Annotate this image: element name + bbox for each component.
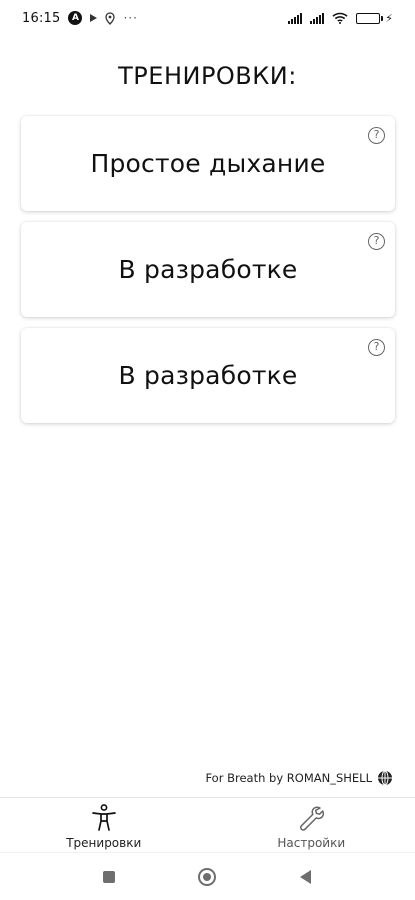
globe-icon[interactable] bbox=[377, 770, 393, 786]
signal-icon-1 bbox=[288, 12, 303, 24]
app-screen: 16:15 A ··· ⚡ ТРЕНИРОВКИ: Простое дыхани… bbox=[0, 0, 415, 900]
home-button[interactable] bbox=[187, 857, 227, 897]
overflow-dots-icon: ··· bbox=[123, 11, 138, 25]
card-label: В разработке bbox=[118, 361, 298, 390]
play-icon bbox=[90, 14, 98, 22]
status-right: ⚡ bbox=[288, 12, 393, 25]
back-button[interactable] bbox=[286, 857, 326, 897]
help-icon[interactable]: ? bbox=[368, 233, 385, 250]
status-left: 16:15 A ··· bbox=[22, 11, 138, 26]
card-label: Простое дыхание bbox=[90, 149, 326, 178]
help-icon[interactable]: ? bbox=[368, 127, 385, 144]
wrench-icon bbox=[298, 804, 325, 832]
wifi-icon bbox=[332, 12, 348, 24]
nav-item-settings[interactable]: Настройки bbox=[208, 798, 415, 852]
help-icon[interactable]: ? bbox=[368, 339, 385, 356]
battery-icon bbox=[356, 12, 384, 24]
workout-card-simple-breathing[interactable]: Простое дыхание ? bbox=[21, 116, 395, 211]
workout-card-in-development-1[interactable]: В разработке ? bbox=[21, 222, 395, 317]
credit-text: For Breath by ROMAN_SHELL bbox=[205, 771, 372, 785]
page-title: ТРЕНИРОВКИ: bbox=[118, 62, 297, 90]
charging-bolt-icon: ⚡ bbox=[385, 11, 393, 25]
app-badge-icon: A bbox=[68, 11, 83, 25]
home-circle-icon bbox=[198, 867, 217, 886]
nav-label: Настройки bbox=[277, 836, 346, 850]
bottom-nav: Тренировки Настройки bbox=[0, 797, 415, 852]
card-label: В разработке bbox=[118, 255, 298, 284]
workout-card-in-development-2[interactable]: В разработке ? bbox=[21, 328, 395, 423]
signal-icon-2 bbox=[310, 12, 325, 24]
location-pin-icon bbox=[105, 11, 116, 25]
recents-button[interactable] bbox=[89, 857, 129, 897]
nav-label: Тренировки bbox=[66, 836, 142, 850]
recents-square-icon bbox=[103, 870, 116, 883]
system-nav-bar bbox=[0, 852, 415, 900]
credit-line: For Breath by ROMAN_SHELL bbox=[205, 770, 393, 786]
back-triangle-icon bbox=[300, 869, 312, 884]
status-time: 16:15 bbox=[22, 10, 61, 26]
nav-item-workouts[interactable]: Тренировки bbox=[0, 798, 208, 852]
person-standing-icon bbox=[91, 804, 117, 832]
status-bar: 16:15 A ··· ⚡ bbox=[0, 0, 415, 36]
